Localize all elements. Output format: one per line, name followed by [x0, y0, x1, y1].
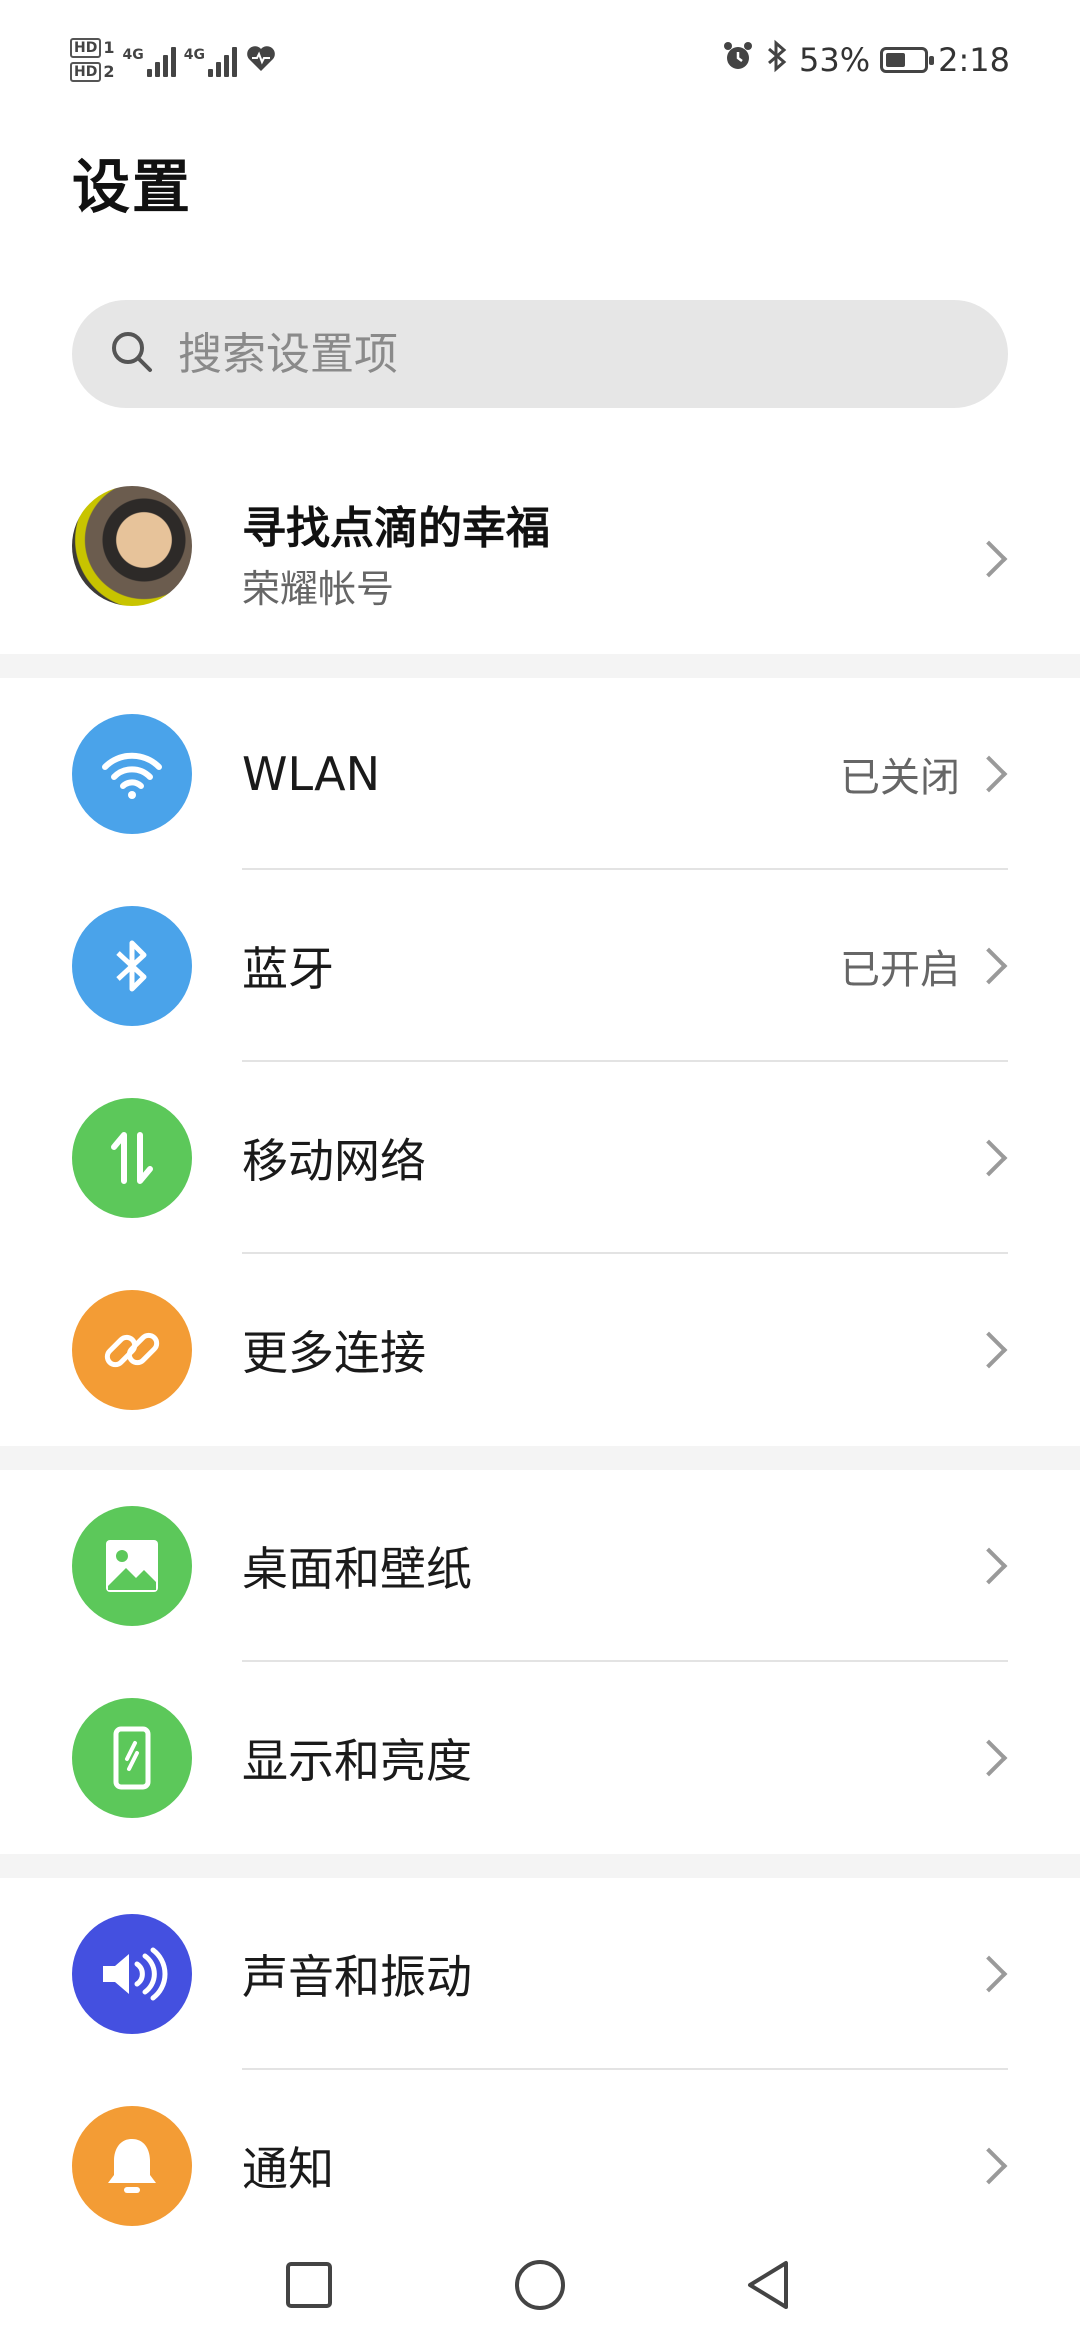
- link-icon: [72, 1290, 192, 1410]
- speaker-icon: [72, 1914, 192, 2034]
- group-separator: [0, 654, 1080, 678]
- navigation-bar: [0, 2230, 1080, 2340]
- chevron-right-icon: [970, 947, 1008, 985]
- avatar: [72, 486, 192, 606]
- signal-1-label: 4G: [122, 47, 144, 63]
- hd1-sub: 1: [103, 38, 115, 57]
- chevron-right-icon: [970, 540, 1008, 578]
- account-row[interactable]: 寻找点滴的幸福 荣耀帐号: [0, 470, 1080, 650]
- phone-brightness-icon: [72, 1698, 192, 1818]
- setting-row-sound-vibration[interactable]: 声音和振动: [0, 1878, 1080, 2070]
- signal-1-icon: [146, 43, 176, 77]
- signal-2-icon: [207, 43, 237, 77]
- setting-value: 已开启: [840, 947, 960, 993]
- page-title: 设置: [72, 153, 193, 221]
- chevron-right-icon: [970, 2147, 1008, 2185]
- chevron-right-icon: [970, 1739, 1008, 1777]
- bluetooth-icon: [72, 906, 192, 1026]
- search-icon: [108, 328, 156, 380]
- setting-row-mobile-network[interactable]: 移动网络: [0, 1062, 1080, 1254]
- bell-icon: [72, 2106, 192, 2226]
- setting-label: 更多连接: [242, 1326, 426, 1380]
- battery-icon: [880, 47, 935, 73]
- setting-label: 移动网络: [242, 1134, 426, 1188]
- hd2-badge: HD 2: [70, 62, 114, 82]
- status-right: 53% 2:18: [721, 30, 1010, 90]
- wifi-icon: [72, 714, 192, 834]
- hd1-badge: HD 1: [70, 38, 114, 58]
- setting-row-wlan[interactable]: WLAN 已关闭: [0, 678, 1080, 870]
- chevron-right-icon: [970, 755, 1008, 793]
- alarm-icon: [721, 39, 755, 81]
- signal-1: 4G: [122, 43, 176, 77]
- group-separator: [0, 1854, 1080, 1878]
- signal-2: 4G: [184, 43, 237, 77]
- setting-row-bluetooth[interactable]: 蓝牙 已开启: [0, 870, 1080, 1062]
- home-button[interactable]: [505, 2250, 575, 2320]
- bluetooth-status-icon: [765, 39, 789, 81]
- setting-row-display-brightness[interactable]: 显示和亮度: [0, 1662, 1080, 1854]
- setting-label: 蓝牙: [242, 942, 334, 996]
- square-icon: [286, 2262, 332, 2308]
- chevron-right-icon: [970, 1547, 1008, 1585]
- health-heart-icon: [245, 43, 277, 77]
- hd2-sub: 2: [103, 62, 115, 81]
- status-bar: HD 1 HD 2 4G 4G 53% 2:18: [0, 0, 1080, 120]
- recents-button[interactable]: [274, 2250, 344, 2320]
- account-subtitle: 荣耀帐号: [242, 567, 395, 611]
- setting-value: 已关闭: [840, 755, 960, 801]
- setting-label: 显示和亮度: [242, 1734, 472, 1788]
- hd2-label: HD: [70, 62, 102, 82]
- status-left: HD 1 HD 2 4G 4G: [70, 30, 277, 90]
- battery-percent: 53%: [799, 41, 871, 79]
- chevron-right-icon: [970, 1331, 1008, 1369]
- setting-label: 声音和振动: [242, 1950, 472, 2004]
- setting-row-more-connections[interactable]: 更多连接: [0, 1254, 1080, 1446]
- hd1-label: HD: [70, 38, 102, 58]
- setting-row-home-wallpaper[interactable]: 桌面和壁纸: [0, 1470, 1080, 1662]
- mobile-data-icon: [72, 1098, 192, 1218]
- hd-indicators: HD 1 HD 2: [70, 38, 114, 82]
- chevron-right-icon: [970, 1955, 1008, 1993]
- group-separator: [0, 1446, 1080, 1470]
- signal-2-label: 4G: [183, 47, 205, 63]
- triangle-back-icon: [748, 2261, 788, 2309]
- circle-icon: [515, 2260, 565, 2310]
- chevron-right-icon: [970, 1139, 1008, 1177]
- search-bar[interactable]: [72, 300, 1008, 408]
- account-name: 寻找点滴的幸福: [242, 503, 550, 554]
- back-button[interactable]: [735, 2250, 805, 2320]
- image-icon: [72, 1506, 192, 1626]
- setting-label: 桌面和壁纸: [242, 1542, 472, 1596]
- search-input[interactable]: [176, 327, 940, 381]
- clock: 2:18: [938, 41, 1010, 79]
- battery-fill: [886, 53, 906, 67]
- setting-label: WLAN: [242, 747, 381, 801]
